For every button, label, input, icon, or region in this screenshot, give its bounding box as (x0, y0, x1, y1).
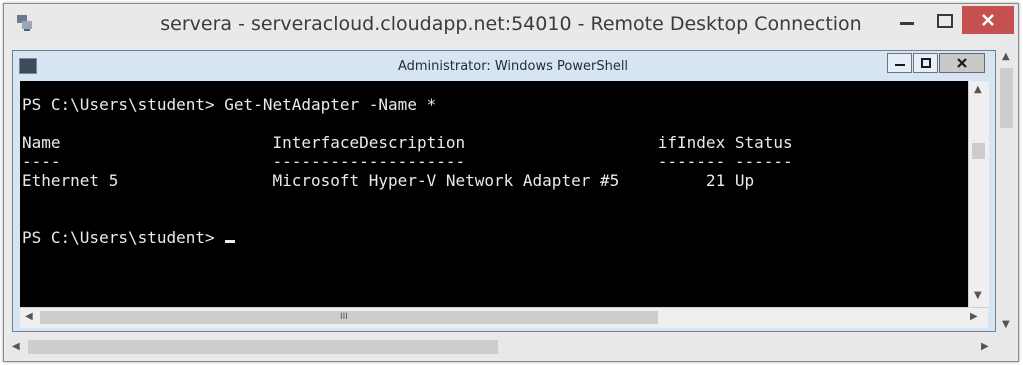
maximize-icon (937, 14, 953, 28)
scroll-thumb[interactable] (40, 311, 658, 324)
ps-minimize-button[interactable] (887, 53, 912, 73)
minimize-icon (900, 22, 914, 25)
close-icon (982, 14, 994, 26)
powershell-icon (19, 58, 37, 74)
scroll-left-icon[interactable]: ◀ (12, 342, 20, 352)
minimize-button[interactable] (888, 6, 926, 36)
ps-maximize-button[interactable] (913, 53, 938, 73)
scroll-left-icon[interactable]: ◀ (25, 312, 33, 322)
console-line: PS C:\Users\student> Get-NetAdapter -Nam… (22, 95, 437, 114)
scroll-grip-icon: III (340, 312, 348, 322)
scroll-thumb[interactable] (1000, 68, 1013, 128)
scroll-right-icon[interactable]: ▶ (970, 312, 978, 322)
scroll-down-icon[interactable]: ▼ (1002, 320, 1010, 330)
scroll-thumb[interactable] (972, 143, 985, 159)
prompt-line: PS C:\Users\student> (22, 228, 236, 247)
outer-vertical-scrollbar[interactable]: ▲ ▼ (997, 46, 1017, 336)
close-button[interactable] (962, 6, 1014, 34)
console-line: Ethernet 5 Microsoft Hyper-V Network Ada… (22, 171, 755, 190)
powershell-title: Administrator: Windows PowerShell (397, 59, 629, 74)
console-line: ---- -------------------- ------- ------ (22, 152, 793, 171)
text-cursor (225, 240, 236, 243)
maximize-icon (920, 58, 931, 68)
outer-horizontal-scrollbar[interactable]: ◀ ▶ (6, 336, 1016, 358)
scroll-down-icon[interactable]: ▼ (974, 291, 982, 301)
ps-horizontal-scrollbar[interactable]: ◀ III ▶ (20, 307, 988, 328)
scroll-up-icon[interactable]: ▲ (1002, 52, 1010, 62)
minimize-icon (894, 64, 905, 66)
powershell-window: Administrator: Windows PowerShell PS C:\… (12, 50, 996, 332)
window-title: servera - serveracloud.cloudapp.net:5401… (160, 13, 862, 35)
scroll-thumb[interactable] (28, 340, 498, 354)
maximize-button[interactable] (926, 6, 964, 36)
console-prompt: PS C:\Users\student> (22, 228, 225, 247)
close-icon (957, 58, 967, 68)
ps-vertical-scrollbar[interactable]: ▲ ▼ (968, 81, 989, 307)
scroll-up-icon[interactable]: ▲ (974, 85, 982, 95)
remote-desktop-window: servera - serveracloud.cloudapp.net:5401… (3, 3, 1019, 362)
ps-close-button[interactable] (939, 53, 985, 73)
console-line: Name InterfaceDescription ifIndex Status (22, 133, 793, 152)
scroll-right-icon[interactable]: ▶ (981, 342, 989, 352)
powershell-titlebar[interactable]: Administrator: Windows PowerShell (13, 51, 995, 81)
remote-desktop-icon (17, 15, 32, 31)
remote-desktop-titlebar[interactable]: servera - serveracloud.cloudapp.net:5401… (4, 4, 1018, 44)
console-output[interactable]: PS C:\Users\student> Get-NetAdapter -Nam… (20, 81, 968, 307)
